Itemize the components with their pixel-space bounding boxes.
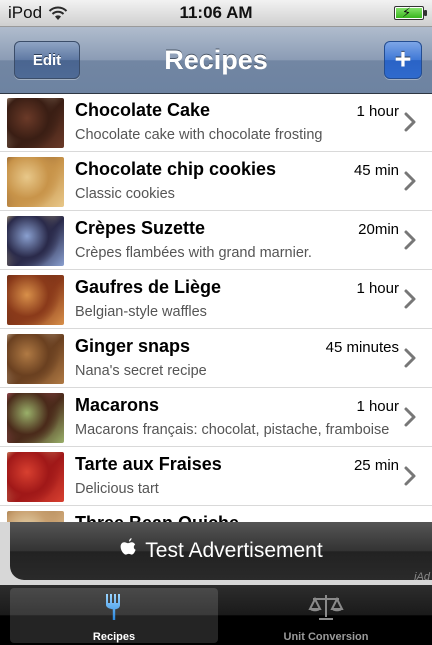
navigation-bar: Recipes Edit + bbox=[0, 27, 432, 94]
tab-label-unit-conversion: Unit Conversion bbox=[283, 631, 369, 643]
tab-label-recipes: Recipes bbox=[92, 631, 136, 643]
recipe-description: Delicious tart bbox=[75, 481, 159, 497]
edit-button[interactable]: Edit bbox=[14, 41, 80, 79]
recipe-title: Tarte aux Fraises bbox=[75, 454, 222, 474]
recipe-duration: 20min bbox=[358, 221, 399, 238]
scale-icon bbox=[308, 592, 344, 627]
ad-button[interactable]: Test Advertisement bbox=[10, 522, 432, 580]
recipe-thumbnail bbox=[7, 157, 64, 207]
chevron-right-icon bbox=[404, 171, 416, 191]
recipe-thumbnail bbox=[7, 393, 64, 443]
recipe-row[interactable]: Ginger snaps Nana's secret recipe 45 minut… bbox=[0, 330, 432, 388]
recipe-duration: 25 min bbox=[353, 457, 399, 474]
recipe-duration: 1 hour bbox=[356, 280, 399, 297]
recipe-description: Classic cookies bbox=[75, 186, 175, 202]
recipe-thumbnail bbox=[7, 275, 64, 325]
status-left: iPod bbox=[8, 3, 68, 23]
chevron-right-icon bbox=[404, 289, 416, 309]
recipe-duration: 45 minutes bbox=[325, 339, 399, 356]
recipe-row[interactable]: Tarte aux Fraises Delicious tart 25 min bbox=[0, 448, 432, 506]
recipe-title: Chocolate Cake bbox=[75, 100, 211, 120]
recipe-duration: 1 hour bbox=[356, 398, 399, 415]
status-bar: iPod 11:06 AM ⚡ bbox=[0, 0, 432, 27]
charging-battery-icon: ⚡ bbox=[394, 5, 427, 20]
tab-bar: Recipes Unit Conversion bbox=[0, 585, 432, 645]
chevron-right-icon bbox=[404, 230, 416, 250]
recipe-row[interactable]: Chocolate Cake Chocolate cake with chocol… bbox=[0, 94, 432, 152]
recipe-title: Macarons bbox=[75, 395, 160, 415]
recipe-title: Chocolate chip cookies bbox=[75, 159, 277, 179]
add-recipe-button[interactable]: + bbox=[384, 41, 422, 79]
chevron-right-icon bbox=[404, 348, 416, 368]
recipe-description: Crèpes flambées with grand marnier. bbox=[75, 245, 312, 261]
recipe-thumbnail bbox=[7, 334, 64, 384]
recipe-title: Gaufres de Liège bbox=[75, 277, 222, 297]
recipe-title: Ginger snaps bbox=[75, 336, 191, 356]
recipe-list[interactable]: Chocolate Cake Chocolate cake with chocol… bbox=[0, 94, 432, 522]
recipe-title: Three Bean Quiche bbox=[75, 513, 239, 522]
ad-label: Test Advertisement bbox=[145, 539, 323, 562]
recipe-row[interactable]: Chocolate chip cookies Classic cookies 45 … bbox=[0, 153, 432, 211]
carrier-label: iPod bbox=[8, 3, 43, 22]
recipe-row[interactable]: Three Bean Quiche bbox=[0, 507, 432, 522]
fork-icon bbox=[99, 592, 129, 627]
recipe-thumbnail bbox=[7, 511, 64, 522]
recipe-thumbnail bbox=[7, 98, 64, 148]
recipe-thumbnail bbox=[7, 216, 64, 266]
chevron-right-icon bbox=[404, 466, 416, 486]
recipe-row[interactable]: Crèpes Suzette Crèpes flambées with grand… bbox=[0, 212, 432, 270]
recipe-description: Belgian-style waffles bbox=[75, 304, 207, 320]
tab-unit-conversion[interactable]: Unit Conversion bbox=[222, 588, 430, 643]
chevron-right-icon bbox=[404, 112, 416, 132]
recipe-duration: 45 min bbox=[353, 162, 399, 179]
recipe-title: Crèpes Suzette bbox=[75, 218, 206, 238]
recipe-row[interactable]: Gaufres de Liège Belgian-style waffles 1 h… bbox=[0, 271, 432, 329]
apple-logo-icon bbox=[119, 537, 137, 565]
wifi-icon bbox=[48, 6, 68, 21]
recipe-description: Nana's secret recipe bbox=[75, 363, 207, 379]
ad-banner[interactable]: Test Advertisement iAd bbox=[0, 522, 432, 585]
recipe-thumbnail bbox=[7, 452, 64, 502]
chevron-right-icon bbox=[404, 407, 416, 427]
iad-label: iAd bbox=[414, 571, 430, 583]
recipe-duration: 1 hour bbox=[356, 103, 399, 120]
recipe-description: Macarons français: chocolat, pistache, f… bbox=[75, 422, 390, 438]
recipe-description: Chocolate cake with chocolate frosting bbox=[75, 127, 323, 143]
recipe-row[interactable]: Macarons Macarons français: chocolat, pis… bbox=[0, 389, 432, 447]
tab-recipes[interactable]: Recipes bbox=[10, 588, 218, 643]
